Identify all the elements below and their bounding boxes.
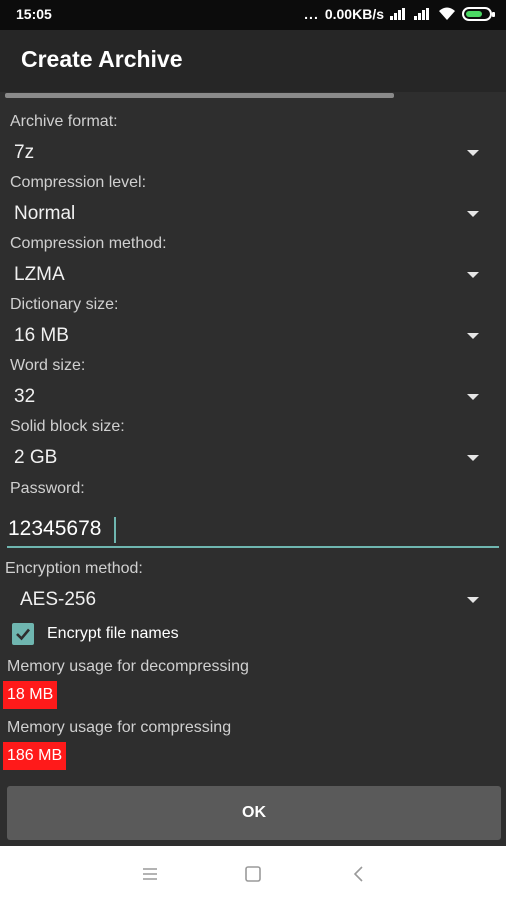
menu-icon[interactable] [138,862,162,886]
dialog-header: Create Archive [0,30,506,92]
archive-format-label: Archive format: [10,113,118,130]
ok-button[interactable]: OK [7,786,501,840]
dropdown-arrow-icon [467,272,479,278]
signal-icon-2 [414,8,432,20]
word-size-spinner[interactable]: 32 [0,380,506,414]
compression-level-spinner[interactable]: Normal [0,197,506,231]
archive-format-value: 7z [14,142,35,163]
archive-format-spinner[interactable]: 7z [0,136,506,170]
solid-block-size-spinner[interactable]: 2 GB [0,441,506,475]
back-icon[interactable] [347,862,371,886]
encrypt-file-names-checkbox[interactable] [12,623,34,645]
signal-icon [390,8,408,20]
compression-level-value: Normal [14,203,76,224]
dictionary-size-value: 16 MB [14,325,69,346]
memory-compress-label: Memory usage for compressing [7,719,232,736]
scroll-indicator [5,93,394,98]
memory-compress-value: 186 MB [3,742,67,770]
solid-block-size-value: 2 GB [14,447,58,468]
encrypt-file-names-label: Encrypt file names [47,625,179,642]
encryption-method-spinner[interactable]: AES-256 [0,583,506,617]
compression-method-value: LZMA [14,264,65,285]
dropdown-arrow-icon [467,333,479,339]
checkmark-icon [16,628,30,641]
dictionary-size-label: Dictionary size: [10,296,119,313]
home-square-icon[interactable] [241,862,265,886]
compression-level-label: Compression level: [10,174,147,191]
word-size-label: Word size: [10,357,86,374]
dropdown-arrow-icon [467,597,479,603]
compression-method-spinner[interactable]: LZMA [0,258,506,292]
status-icons: ... 0.00KB/s [304,6,495,22]
password-field[interactable] [7,512,499,548]
compression-method-label: Compression method: [10,235,167,252]
text-cursor [114,517,116,543]
dialog-title: Create Archive [21,46,183,72]
memory-decompress-label: Memory usage for decompressing [7,658,249,675]
notification-dots: ... [304,6,319,22]
battery-icon [462,7,495,21]
encryption-method-label: Encryption method: [5,560,143,577]
encrypt-file-names-row[interactable]: Encrypt file names [12,622,179,646]
status-time: 15:05 [16,6,52,22]
wifi-icon [439,7,455,20]
solid-block-size-label: Solid block size: [10,418,125,435]
password-label: Password: [10,480,85,497]
dictionary-size-spinner[interactable]: 16 MB [0,319,506,353]
dropdown-arrow-icon [467,455,479,461]
dropdown-arrow-icon [467,211,479,217]
dropdown-arrow-icon [467,150,479,156]
navigation-bar [0,846,506,900]
word-size-value: 32 [14,386,36,407]
encryption-method-value: AES-256 [20,589,97,610]
dropdown-arrow-icon [467,394,479,400]
memory-decompress-value: 18 MB [3,681,58,709]
network-speed: 0.00KB/s [324,6,384,22]
status-bar: 15:05 ... 0.00KB/s [0,0,506,30]
